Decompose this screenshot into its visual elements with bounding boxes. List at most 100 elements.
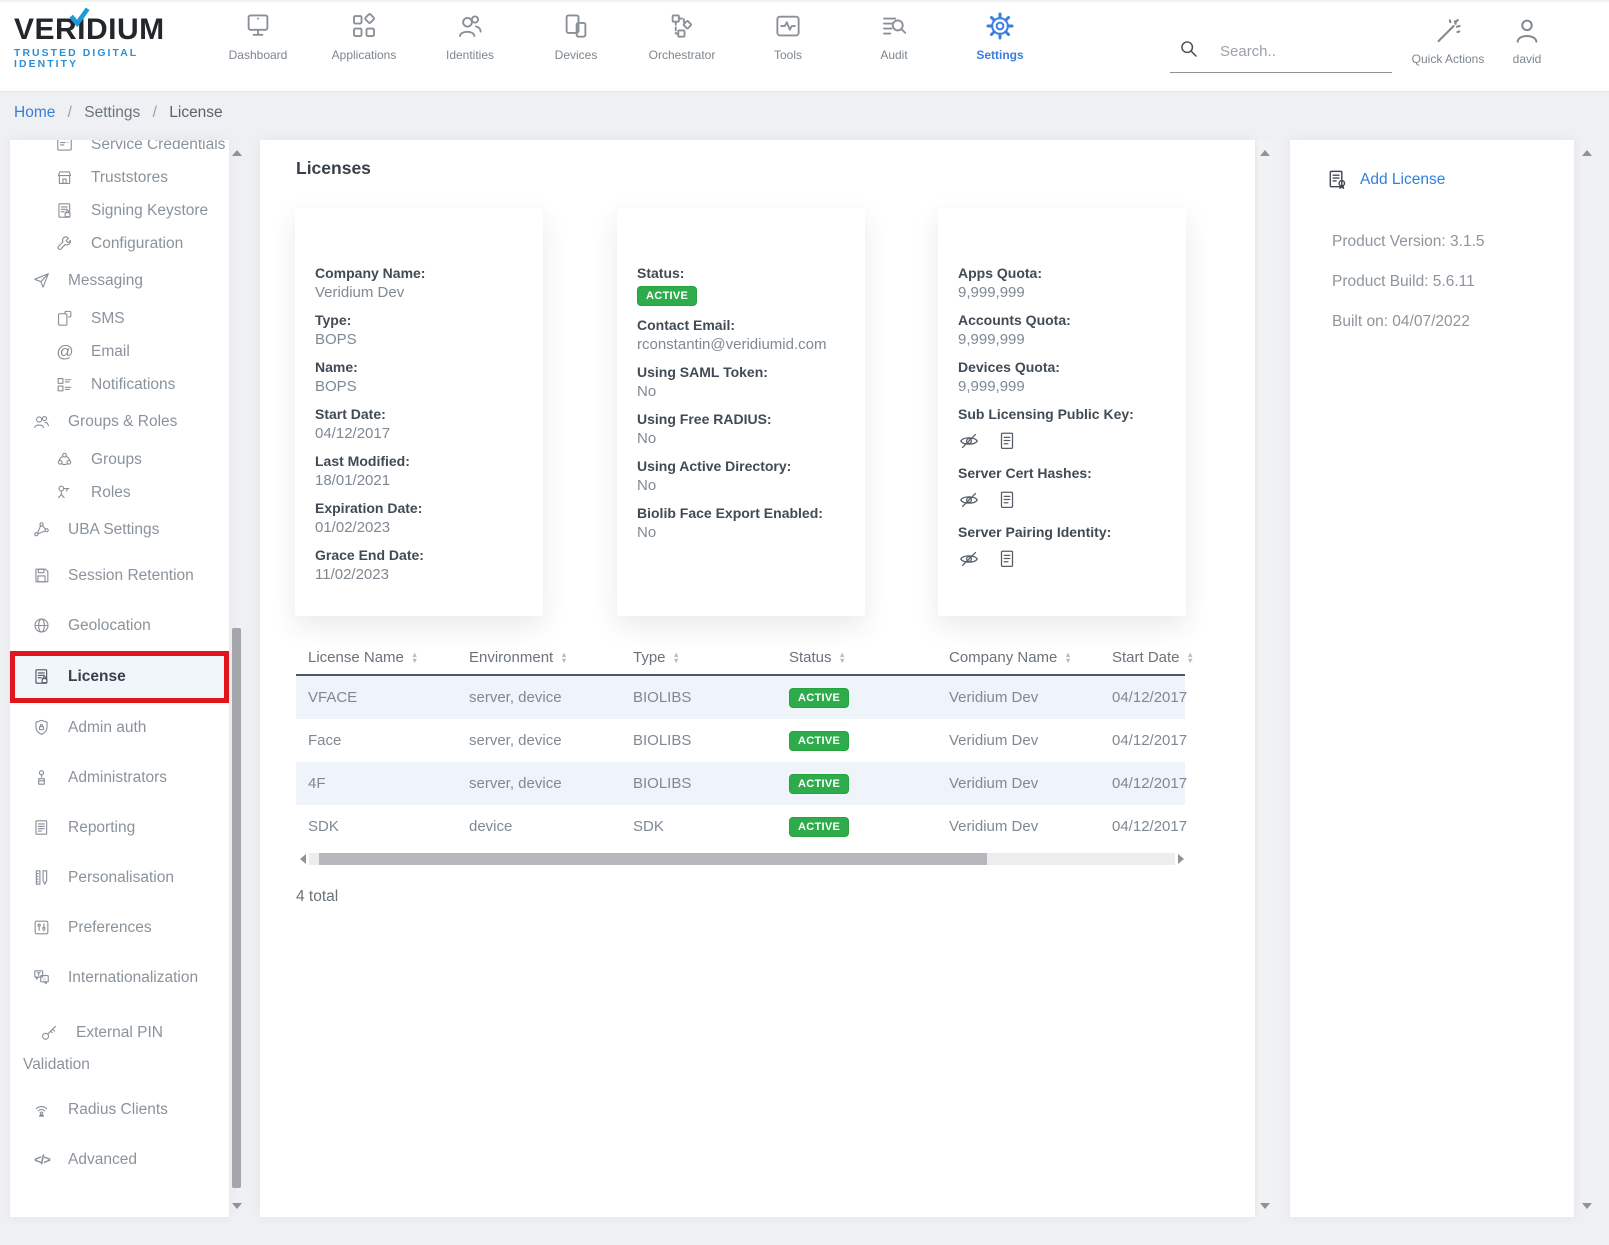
sidebar-item-preferences[interactable]: Preferences [10, 903, 229, 953]
field-label: Apps Quota: [958, 264, 1170, 283]
quick-actions-button[interactable]: Quick Actions [1408, 16, 1488, 66]
sidebar-item-advanced[interactable]: </>Advanced [10, 1135, 229, 1185]
license-actions-panel: Add License Product Version: 3.1.5Produc… [1290, 140, 1574, 1217]
scroll-up-icon[interactable] [232, 150, 242, 156]
eye-off-icon[interactable] [958, 430, 980, 452]
scroll-down-icon[interactable] [1260, 1203, 1270, 1209]
table-row-vface[interactable]: VFACEserver, deviceBIOLIBSACTIVEVeridium… [296, 676, 1185, 719]
breadcrumb-home[interactable]: Home [14, 104, 55, 121]
advanced-icon: </> [32, 1150, 52, 1170]
column-header-company-name[interactable]: Company Name▲▼ [937, 649, 1100, 666]
sidebar-item-geolocation[interactable]: Geolocation [10, 601, 229, 651]
roles-icon [55, 483, 75, 503]
nav-item-identities[interactable]: Identities [417, 11, 523, 62]
column-header-type[interactable]: Type▲▼ [621, 649, 777, 666]
field-label: Status: [637, 264, 849, 283]
cell-license-name: 4F [296, 775, 457, 792]
sidebar-item-sms[interactable]: SMS [10, 302, 229, 335]
sidebar-item-roles[interactable]: Roles [10, 476, 229, 509]
table-row-4f[interactable]: 4Fserver, deviceBIOLIBSACTIVEVeridium De… [296, 762, 1185, 805]
sidebar-item-personalisation[interactable]: Personalisation [10, 853, 229, 903]
field-value: 18/01/2021 [315, 471, 527, 491]
eye-off-icon[interactable] [958, 489, 980, 511]
nav-item-label: Orchestrator [649, 48, 716, 62]
column-header-start-date[interactable]: Start Date▲▼ [1100, 649, 1200, 666]
scrollbar-thumb[interactable] [319, 853, 987, 865]
status-badge: ACTIVE [789, 774, 849, 794]
nav-item-orchestrator[interactable]: Orchestrator [629, 11, 735, 62]
sidebar-item-internationalization[interactable]: AInternationalization [10, 953, 229, 1003]
breadcrumb-settings[interactable]: Settings [84, 104, 140, 121]
audit-icon [879, 11, 909, 41]
cell-start-date: 04/12/2017 [1100, 732, 1193, 749]
table-row-sdk[interactable]: SDKdeviceSDKACTIVEVeridium Dev04/12/2017 [296, 805, 1185, 848]
nav-item-tools[interactable]: Tools [735, 11, 841, 62]
cell-company-name: Veridium Dev [937, 818, 1100, 835]
cell-environment: server, device [457, 732, 621, 749]
scroll-down-icon[interactable] [232, 1203, 242, 1209]
copy-note-icon[interactable] [996, 548, 1018, 570]
nav-item-applications[interactable]: Applications [311, 11, 417, 62]
geolocation-icon [32, 616, 52, 636]
copy-note-icon[interactable] [996, 430, 1018, 452]
groups-icon [55, 450, 75, 470]
product-info: Product Version: 3.1.5Product Build: 5.6… [1332, 222, 1485, 342]
nav-item-dashboard[interactable]: Dashboard [205, 11, 311, 62]
search-input[interactable] [1218, 34, 1387, 68]
sidebar-item-messaging[interactable]: Messaging [10, 260, 229, 302]
field-label: Using SAML Token: [637, 363, 849, 382]
nav-item-settings[interactable]: Settings [947, 11, 1053, 62]
scroll-left-icon[interactable] [300, 854, 306, 864]
breadcrumb-separator: / [153, 104, 157, 121]
table-horizontal-scrollbar[interactable] [300, 852, 1184, 866]
scrollbar-track[interactable] [309, 853, 1175, 865]
scroll-down-icon[interactable] [1582, 1203, 1592, 1209]
user-menu-button[interactable]: david [1496, 16, 1558, 66]
sidebar-item-groups-roles[interactable]: Groups & Roles [10, 401, 229, 443]
field-label: Start Date: [315, 405, 527, 424]
eye-off-icon[interactable] [958, 548, 980, 570]
sidebar-item-session-retention[interactable]: Session Retention [10, 551, 229, 601]
sidebar-item-configuration[interactable]: Configuration [10, 227, 229, 260]
card-field: Using Active Directory:No [637, 457, 849, 496]
card-field: Last Modified:18/01/2021 [315, 452, 527, 491]
groups-roles-icon [32, 412, 52, 432]
sidebar-item-email[interactable]: @Email [10, 335, 229, 368]
scrollbar-thumb[interactable] [232, 628, 241, 1188]
veridium-logo[interactable]: VERIDIUM TRUSTED DIGITAL IDENTITY [14, 14, 194, 70]
nav-item-devices[interactable]: Devices [523, 11, 629, 62]
main-panel-scrollbar[interactable] [1258, 140, 1272, 1217]
external-pin-icon [40, 1023, 60, 1043]
card-field: Expiration Date:01/02/2023 [315, 499, 527, 538]
sidebar-item-reporting[interactable]: Reporting [10, 803, 229, 853]
scroll-up-icon[interactable] [1260, 150, 1270, 156]
sidebar-item-admin-auth[interactable]: Admin auth [10, 703, 229, 753]
sidebar-scrollbar[interactable] [229, 140, 245, 1217]
column-header-environment[interactable]: Environment▲▼ [457, 649, 621, 666]
sidebar-item-external-pin-validation[interactable]: External PIN Validation [10, 1003, 229, 1085]
column-header-license-name[interactable]: License Name▲▼ [296, 649, 457, 666]
copy-note-icon[interactable] [996, 489, 1018, 511]
sidebar-item-service-credentials[interactable]: Service Credentials [10, 140, 229, 161]
sidebar-item-license[interactable]: License [10, 651, 229, 703]
sidebar-item-truststores[interactable]: Truststores [10, 161, 229, 194]
sidebar-item-uba-settings[interactable]: UBA Settings [10, 509, 229, 551]
sidebar-item-administrators[interactable]: Administrators [10, 753, 229, 803]
sidebar-item-radius-clients[interactable]: Radius Clients [10, 1085, 229, 1135]
card-field: Start Date:04/12/2017 [315, 405, 527, 444]
sidebar-item-label: Service Credentials [91, 140, 225, 154]
sidebar-item-label: Groups [91, 451, 142, 469]
sidebar-item-groups[interactable]: Groups [10, 443, 229, 476]
top-bar: VERIDIUM TRUSTED DIGITAL IDENTITY Dashbo… [0, 0, 1609, 92]
sidebar-item-notifications[interactable]: Notifications [10, 368, 229, 401]
table-row-face[interactable]: Faceserver, deviceBIOLIBSACTIVEVeridium … [296, 719, 1185, 762]
right-panel-scrollbar[interactable] [1580, 140, 1594, 1217]
column-header-status[interactable]: Status▲▼ [777, 649, 937, 666]
scroll-up-icon[interactable] [1582, 150, 1592, 156]
sidebar-item-signing-keystore[interactable]: Signing Keystore [10, 194, 229, 227]
scroll-right-icon[interactable] [1178, 854, 1184, 864]
radius-clients-icon [32, 1100, 52, 1120]
settings-icon [985, 11, 1015, 41]
add-license-button[interactable]: Add License [1326, 168, 1445, 191]
nav-item-audit[interactable]: Audit [841, 11, 947, 62]
